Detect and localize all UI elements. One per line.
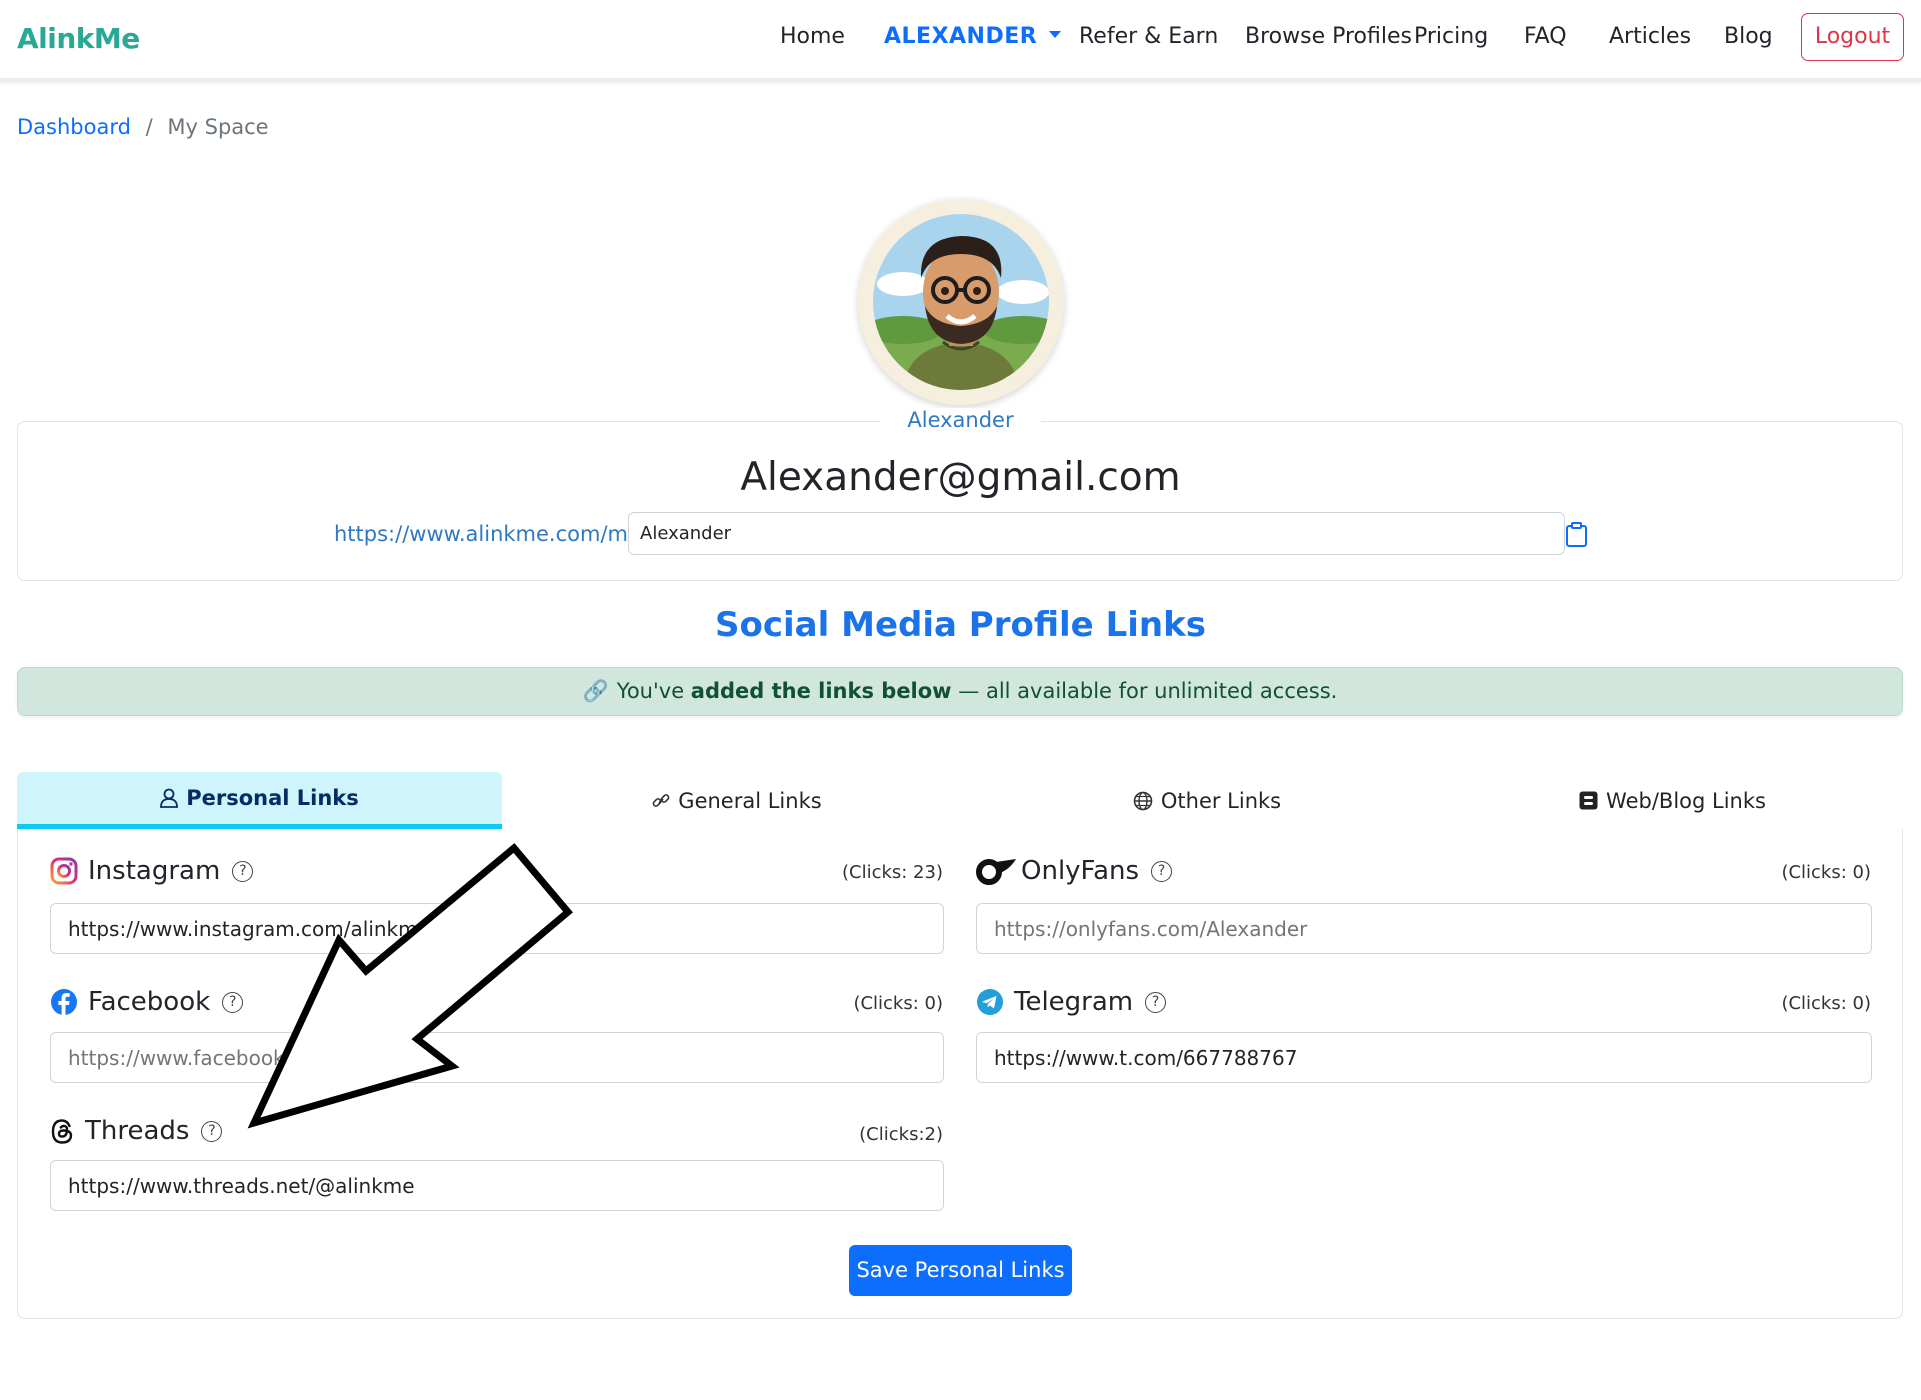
nav-articles[interactable]: Articles [1609,24,1691,49]
instagram-label: Instagram ? [50,856,254,886]
facebook-clicks: (Clicks: 0) [853,993,943,1014]
tab-other-links[interactable]: Other Links [972,772,1442,829]
breadcrumb: Dashboard / My Space [17,115,269,139]
tab-personal-links[interactable]: Personal Links [17,772,502,829]
logout-button[interactable]: Logout [1801,13,1904,61]
nav-user-label: ALEXANDER [884,24,1038,49]
caret-down-icon [1049,30,1062,38]
telegram-icon [976,988,1004,1016]
nav-blog[interactable]: Blog [1724,24,1773,49]
threads-label-text: Threads [85,1116,190,1146]
help-icon[interactable]: ? [1151,860,1173,882]
threads-url-input[interactable] [50,1160,944,1211]
facebook-label: Facebook ? [50,987,244,1017]
save-personal-links-button[interactable]: Save Personal Links [849,1245,1072,1296]
tab-label: General Links [678,788,822,813]
info-alert: 🔗 You've added the links below — all avai… [17,667,1903,716]
facebook-icon [50,988,78,1016]
annotation-arrow-icon [247,843,573,1129]
nav-pricing[interactable]: Pricing [1414,24,1488,49]
globe-icon [1133,791,1153,810]
tab-general-links[interactable]: General Links [502,772,972,829]
nav-home[interactable]: Home [780,24,845,49]
link-icon [652,793,670,807]
telegram-url-input[interactable] [976,1032,1872,1083]
top-navbar: AlinkMe Home ALEXANDER Refer & Earn Brow… [0,0,1921,82]
person-icon [160,788,179,808]
instagram-icon [50,857,78,885]
instagram-clicks: (Clicks: 23) [841,862,943,883]
profile-card [17,421,1903,581]
avatar-display-name: Alexander [880,408,1041,432]
section-title: Social Media Profile Links [715,605,1206,645]
telegram-label: Telegram ? [976,987,1167,1017]
alert-text-before: You've [616,679,691,703]
onlyfans-icon [976,857,1018,885]
tab-label: Personal Links [186,786,359,810]
profile-slug-input[interactable] [628,512,1565,555]
facebook-label-text: Facebook [88,987,211,1017]
nav-browse-profiles[interactable]: Browse Profiles [1245,24,1412,49]
nav-user-dropdown[interactable]: ALEXANDER [884,24,1062,49]
alert-text-bold: added the links below [690,679,952,703]
breadcrumb-separator: / [145,115,153,139]
profile-email: Alexander@gmail.com [740,455,1181,500]
blogger-icon [1579,791,1598,810]
onlyfans-clicks: (Clicks: 0) [1781,862,1871,883]
clipboard-icon[interactable] [1565,522,1588,547]
alert-text-after: — all available for unlimited access. [951,679,1338,703]
onlyfans-url-input[interactable] [976,903,1872,954]
telegram-label-text: Telegram [1014,987,1134,1017]
tab-web-blog-links[interactable]: Web/Blog Links [1442,772,1903,829]
telegram-clicks: (Clicks: 0) [1781,993,1871,1014]
onlyfans-label-text: OnlyFans [1021,856,1140,886]
link-tabs: Personal Links General Links Other Links… [17,772,1903,829]
threads-label: Threads ? [50,1116,223,1146]
help-icon[interactable]: ? [201,1120,223,1142]
threads-icon [50,1118,75,1145]
help-icon[interactable]: ? [1145,991,1167,1013]
avatar-illustration-icon [873,214,1049,390]
nav-faq[interactable]: FAQ [1524,24,1567,49]
onlyfans-label: OnlyFans ? [976,856,1173,886]
threads-clicks: (Clicks:2) [859,1124,943,1145]
tab-label: Other Links [1160,788,1282,813]
instagram-label-text: Instagram [88,856,221,886]
nav-refer-earn[interactable]: Refer & Earn [1079,24,1218,49]
profile-url-prefix: https://www.alinkme.com/me/ [334,522,648,546]
link-icon: 🔗 [582,679,609,703]
breadcrumb-current: My Space [167,115,269,139]
breadcrumb-dashboard-link[interactable]: Dashboard [17,115,131,139]
brand-logo[interactable]: AlinkMe [17,22,140,55]
tab-label: Web/Blog Links [1606,788,1766,813]
